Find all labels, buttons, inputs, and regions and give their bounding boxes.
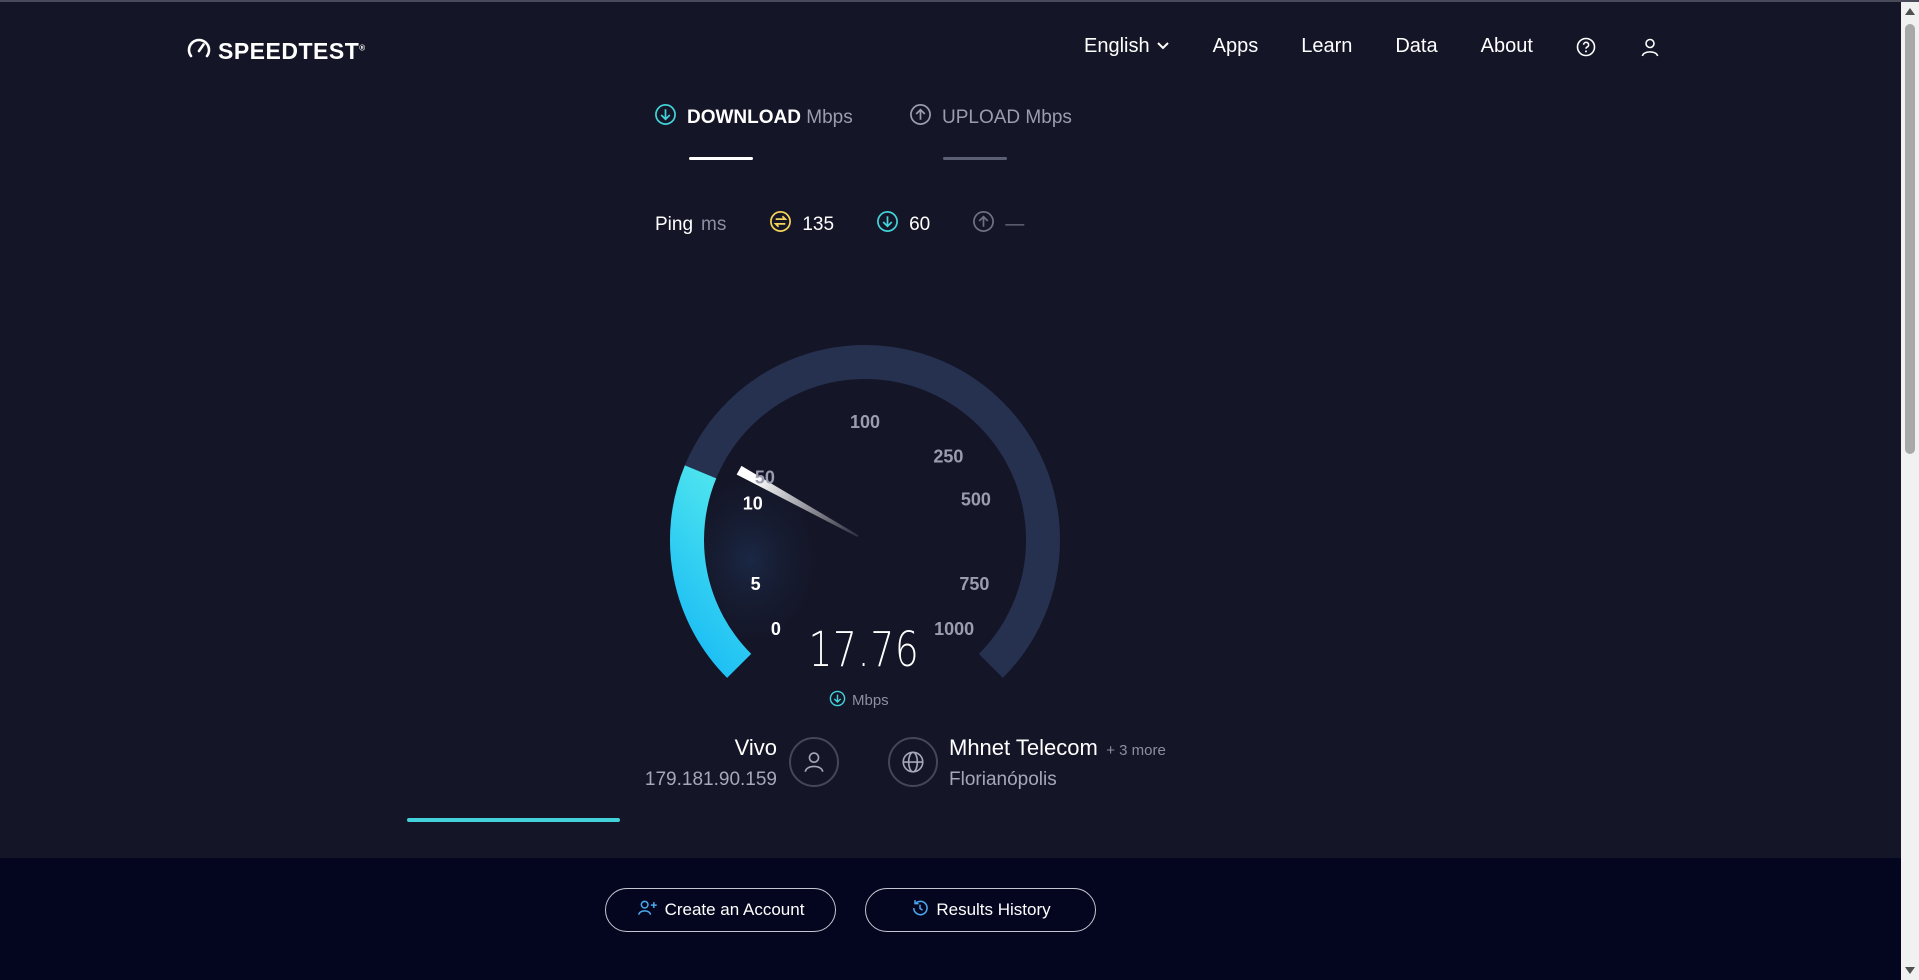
ping-label: Ping bbox=[655, 213, 694, 235]
gauge-tick-750: 750 bbox=[959, 574, 989, 594]
server-more[interactable]: + 3 more bbox=[1106, 742, 1166, 759]
ping-row: Ping ms 135 60 — bbox=[655, 210, 1066, 239]
nav-apps[interactable]: Apps bbox=[1213, 35, 1259, 58]
server-name[interactable]: Mhnet Telecom bbox=[949, 735, 1098, 760]
create-account-button[interactable]: Create an Account bbox=[605, 888, 836, 932]
idle-latency-icon bbox=[769, 210, 792, 239]
results-history-label: Results History bbox=[936, 900, 1051, 919]
gauge-tick-500: 500 bbox=[961, 490, 991, 510]
language-label: English bbox=[1084, 35, 1150, 57]
speed-value: 17.76 bbox=[808, 622, 920, 678]
gauge-tick-5: 5 bbox=[751, 574, 761, 594]
tab-download[interactable]: DOWNLOAD Mbps bbox=[654, 103, 853, 132]
page-scrollbar[interactable] bbox=[1901, 2, 1919, 980]
nav-about[interactable]: About bbox=[1481, 35, 1533, 58]
gauge-tick-10: 10 bbox=[743, 494, 763, 514]
ping-upload-value: — bbox=[1005, 213, 1025, 235]
download-icon bbox=[654, 103, 677, 132]
ping-unit: ms bbox=[701, 213, 727, 235]
results-history-button[interactable]: Results History bbox=[865, 888, 1096, 932]
tab-upload-label: UPLOAD bbox=[942, 106, 1021, 128]
server-info: Mhnet Telecom + 3 more Florianópolis bbox=[949, 735, 1166, 791]
history-icon bbox=[910, 898, 930, 923]
help-icon[interactable] bbox=[1576, 37, 1596, 57]
ping-download-value: 60 bbox=[909, 213, 931, 235]
isp-name: Vivo bbox=[734, 735, 777, 760]
download-latency-icon bbox=[876, 210, 899, 239]
tab-upload-unit: Mbps bbox=[1025, 106, 1072, 128]
tab-download-indicator bbox=[689, 157, 753, 160]
globe-icon[interactable] bbox=[888, 737, 938, 787]
isp-ip: 179.181.90.159 bbox=[644, 769, 777, 790]
top-nav: English Apps Learn Data About bbox=[1084, 35, 1660, 58]
account-icon[interactable] bbox=[1640, 37, 1660, 57]
upload-icon bbox=[909, 103, 932, 132]
gauge-tick-0: 0 bbox=[771, 619, 781, 639]
scroll-thumb[interactable] bbox=[1905, 24, 1915, 454]
logo-text: SPEEDTEST® bbox=[218, 38, 366, 64]
nav-learn[interactable]: Learn bbox=[1301, 35, 1352, 58]
upload-latency-icon bbox=[972, 210, 995, 239]
gauge-tick-50: 50 bbox=[755, 467, 775, 487]
ping-upload: — bbox=[972, 210, 1024, 239]
gauge-tick-250: 250 bbox=[933, 447, 963, 467]
speedtest-logo[interactable]: SPEEDTEST® bbox=[186, 36, 366, 67]
tab-download-label: DOWNLOAD bbox=[687, 106, 801, 128]
language-selector[interactable]: English bbox=[1084, 35, 1170, 58]
download-small-icon bbox=[829, 690, 846, 711]
gauge-logo-icon bbox=[186, 36, 212, 67]
server-location: Florianópolis bbox=[949, 769, 1057, 790]
chevron-down-icon bbox=[1156, 35, 1170, 58]
gauge-tick-100: 100 bbox=[850, 412, 880, 432]
ping-idle-value: 135 bbox=[802, 213, 835, 235]
speed-unit-label: Mbps bbox=[852, 692, 889, 709]
test-progress-bar bbox=[407, 818, 620, 822]
isp-info: Vivo 179.181.90.159 bbox=[645, 735, 777, 791]
gauge-tick-1000: 1000 bbox=[934, 619, 974, 639]
add-user-icon bbox=[637, 898, 659, 923]
tab-upload-indicator bbox=[943, 157, 1007, 160]
speed-unit-row: Mbps bbox=[829, 690, 889, 711]
tab-upload[interactable]: UPLOAD Mbps bbox=[909, 103, 1072, 132]
scroll-up-icon[interactable] bbox=[1905, 8, 1915, 15]
scroll-down-icon[interactable] bbox=[1905, 967, 1915, 974]
ping-idle: 135 bbox=[769, 210, 834, 239]
user-icon bbox=[789, 737, 839, 787]
tab-download-unit: Mbps bbox=[806, 106, 853, 128]
ping-download: 60 bbox=[876, 210, 930, 239]
create-account-label: Create an Account bbox=[664, 900, 805, 919]
nav-data[interactable]: Data bbox=[1395, 35, 1437, 58]
